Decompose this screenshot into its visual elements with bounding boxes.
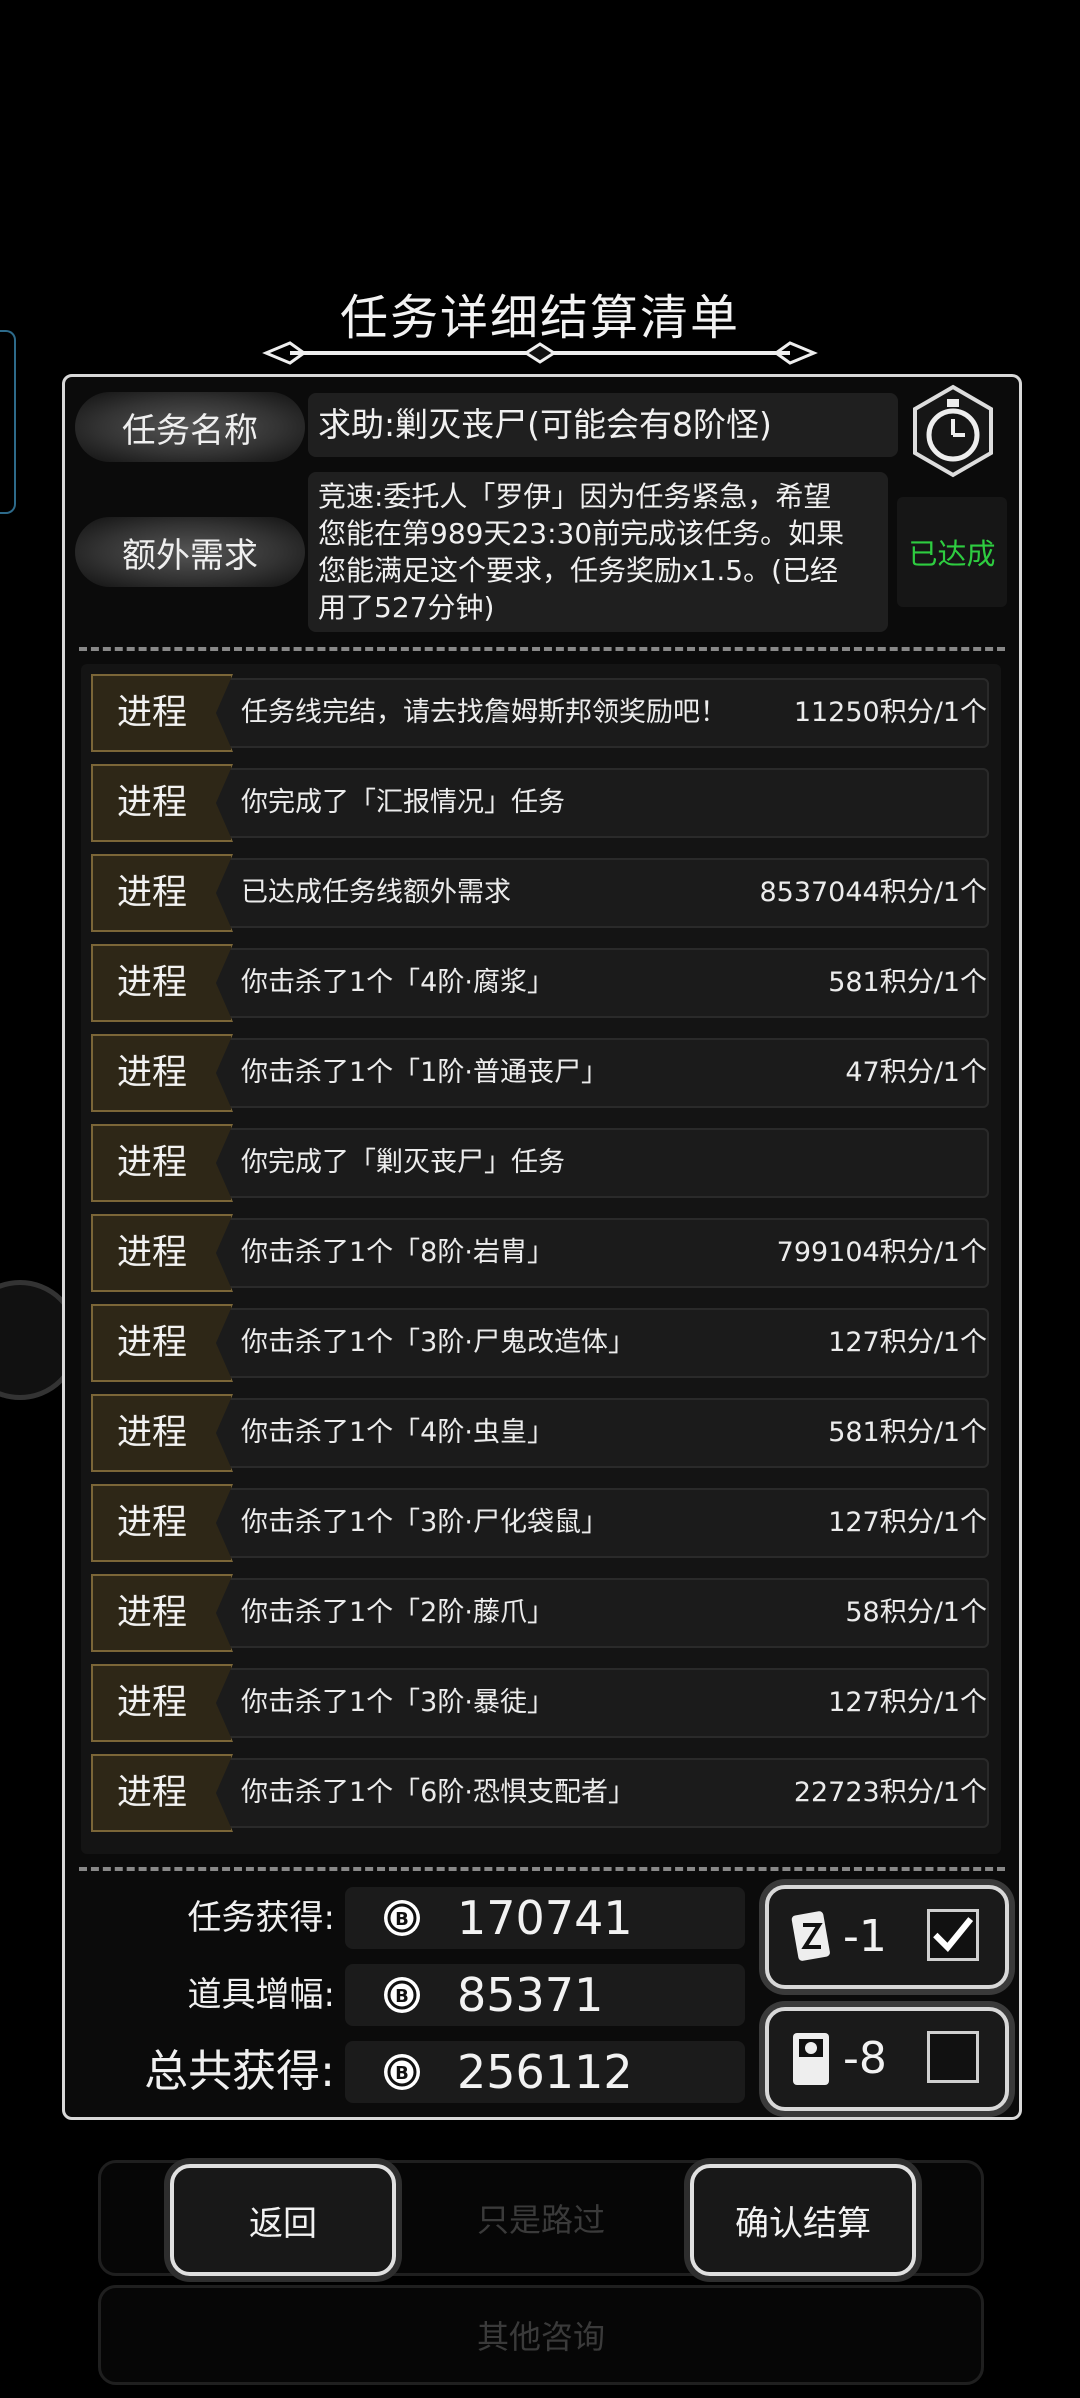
progress-points: 127积分/1个 xyxy=(828,1327,987,1358)
progress-row: 进程 你击杀了1个「3阶·暴徒」 127积分/1个 xyxy=(91,1664,991,1742)
progress-description: 你击杀了1个「6阶·恐惧支配者」 xyxy=(241,1777,635,1808)
item-bonus-value: 85371 xyxy=(457,1968,604,2022)
progress-points: 581积分/1个 xyxy=(828,967,987,998)
confirm-settlement-button[interactable]: 确认结算 xyxy=(690,2164,916,2276)
progress-description: 已达成任务线额外需求 xyxy=(241,877,511,908)
task-earned-label: 任务获得: xyxy=(187,1898,335,1938)
background-option-button-2: 其他咨询 xyxy=(98,2285,984,2385)
extra-requirement-label: 额外需求 xyxy=(75,517,305,587)
scroll-item-count: -1 xyxy=(843,1911,887,1962)
item-bonus-box: B 85371 xyxy=(345,1964,745,2026)
card-item-checkbox[interactable] xyxy=(927,2031,979,2083)
extra-line: 用了527分钟) xyxy=(318,591,495,624)
progress-description: 你击杀了1个「1阶·普通丧尸」 xyxy=(241,1057,608,1088)
divider xyxy=(79,1867,1005,1871)
divider xyxy=(79,647,1005,651)
extra-line: 您能满足这个要求，任务奖励x1.5。(已经 xyxy=(318,554,839,587)
svg-text:B: B xyxy=(395,1909,409,1930)
progress-points: 58积分/1个 xyxy=(845,1597,987,1628)
progress-row: 进程 你击杀了1个「3阶·尸鬼改造体」 127积分/1个 xyxy=(91,1304,991,1382)
progress-tag-label: 进程 xyxy=(116,1503,187,1543)
progress-row: 进程 你完成了「汇报情况」任务 xyxy=(91,764,991,842)
progress-row: 进程 你击杀了1个「4阶·虫皇」 581积分/1个 xyxy=(91,1394,991,1472)
scroll-item-checkbox[interactable] xyxy=(927,1909,979,1961)
progress-tag-label: 进程 xyxy=(116,873,187,913)
progress-row: 进程 你击杀了1个「8阶·岩胄」 799104积分/1个 xyxy=(91,1214,991,1292)
progress-tag-label: 进程 xyxy=(116,1323,187,1363)
progress-list[interactable]: 进程 任务线完结，请去找詹姆斯邦领奖励吧！ 11250积分/1个 进程 你完成了「汇报情… xyxy=(81,664,1001,1854)
card-icon xyxy=(793,2033,829,2085)
mission-name-label: 任务名称 xyxy=(75,392,305,462)
progress-row: 进程 你击杀了1个「2阶·藤爪」 58积分/1个 xyxy=(91,1574,991,1652)
progress-description: 你击杀了1个「3阶·尸鬼改造体」 xyxy=(241,1327,635,1358)
progress-tag-label: 进程 xyxy=(116,1773,187,1813)
progress-points: 127积分/1个 xyxy=(828,1687,987,1718)
progress-description: 你击杀了1个「3阶·暴徒」 xyxy=(241,1687,554,1718)
progress-row: 进程 你击杀了1个「6阶·恐惧支配者」 22723积分/1个 xyxy=(91,1754,991,1832)
card-item-toggle[interactable]: -8 xyxy=(765,2007,1009,2111)
progress-tag-label: 进程 xyxy=(116,783,187,823)
task-earned-box: B 170741 xyxy=(345,1887,745,1949)
progress-description: 你完成了「剿灭丧尸」任务 xyxy=(241,1147,565,1178)
extra-requirement-text: 竞速:委托人「罗伊」因为任务紧急，希望 您能在第989天23:30前完成该任务。… xyxy=(308,472,888,632)
svg-text:B: B xyxy=(395,1986,409,2007)
progress-points: 8537044积分/1个 xyxy=(759,877,987,908)
stopwatch-icon xyxy=(913,384,993,478)
side-tab xyxy=(0,330,16,514)
progress-tag-label: 进程 xyxy=(116,1413,187,1453)
coin-icon: B xyxy=(384,1900,420,1936)
task-earned-value: 170741 xyxy=(457,1891,633,1945)
coin-icon: B xyxy=(384,2054,420,2090)
progress-description: 你击杀了1个「4阶·虫皇」 xyxy=(241,1417,554,1448)
background-option-label-2: 其他咨询 xyxy=(476,2318,605,2356)
checkmark-icon xyxy=(933,1917,974,1953)
progress-tag-label: 进程 xyxy=(116,693,187,733)
settlement-panel: 任务名称 求助:剿灭丧尸(可能会有8阶怪) 额外需求 竞速:委托人「罗伊」因为任… xyxy=(62,374,1022,2120)
total-earned-box: B 256112 xyxy=(345,2041,745,2103)
progress-description: 你完成了「汇报情况」任务 xyxy=(241,787,565,818)
progress-row: 进程 已达成任务线额外需求 8537044积分/1个 xyxy=(91,854,991,932)
progress-row: 进程 你击杀了1个「3阶·尸化袋鼠」 127积分/1个 xyxy=(91,1484,991,1562)
scroll-item-toggle[interactable]: -1 xyxy=(765,1885,1009,1989)
progress-row: 进程 你击杀了1个「1阶·普通丧尸」 47积分/1个 xyxy=(91,1034,991,1112)
extra-line: 您能在第989天23:30前完成该任务。如果 xyxy=(318,517,845,550)
total-earned-value: 256112 xyxy=(457,2045,633,2099)
progress-tag-label: 进程 xyxy=(116,1053,187,1093)
progress-tag-label: 进程 xyxy=(116,1233,187,1273)
scroll-icon xyxy=(791,1911,830,1961)
progress-points: 127积分/1个 xyxy=(828,1507,987,1538)
progress-points: 47积分/1个 xyxy=(845,1057,987,1088)
progress-row: 进程 你击杀了1个「4阶·腐浆」 581积分/1个 xyxy=(91,944,991,1022)
svg-text:B: B xyxy=(395,2063,409,2084)
progress-description: 你击杀了1个「4阶·腐浆」 xyxy=(241,967,554,998)
extra-line: 竞速:委托人「罗伊」因为任务紧急，希望 xyxy=(318,480,832,513)
mission-name: 求助:剿灭丧尸(可能会有8阶怪) xyxy=(308,393,898,457)
title-ornament xyxy=(262,341,818,365)
progress-points: 22723积分/1个 xyxy=(793,1777,987,1808)
progress-points: 799104积分/1个 xyxy=(776,1237,987,1268)
progress-tag-label: 进程 xyxy=(116,963,187,1003)
progress-row: 进程 任务线完结，请去找詹姆斯邦领奖励吧！ 11250积分/1个 xyxy=(91,674,991,752)
progress-row: 进程 你完成了「剿灭丧尸」任务 xyxy=(91,1124,991,1202)
total-earned-label: 总共获得: xyxy=(144,2046,335,2097)
back-button[interactable]: 返回 xyxy=(170,2164,396,2276)
progress-tag-label: 进程 xyxy=(116,1143,187,1183)
progress-description: 任务线完结，请去找詹姆斯邦领奖励吧！ xyxy=(241,697,727,728)
background-option-label: 只是路过 xyxy=(476,2201,605,2239)
progress-tag-label: 进程 xyxy=(116,1683,187,1723)
progress-points: 11250积分/1个 xyxy=(793,697,987,728)
progress-description: 你击杀了1个「2阶·藤爪」 xyxy=(241,1597,554,1628)
progress-tag-label: 进程 xyxy=(116,1593,187,1633)
card-item-count: -8 xyxy=(843,2033,887,2084)
item-bonus-label: 道具增幅: xyxy=(187,1975,335,2015)
status-badge: 已达成 xyxy=(897,497,1007,607)
coin-icon: B xyxy=(384,1977,420,2013)
progress-description: 你击杀了1个「3阶·尸化袋鼠」 xyxy=(241,1507,608,1538)
progress-points: 581积分/1个 xyxy=(828,1417,987,1448)
progress-description: 你击杀了1个「8阶·岩胄」 xyxy=(241,1237,554,1268)
